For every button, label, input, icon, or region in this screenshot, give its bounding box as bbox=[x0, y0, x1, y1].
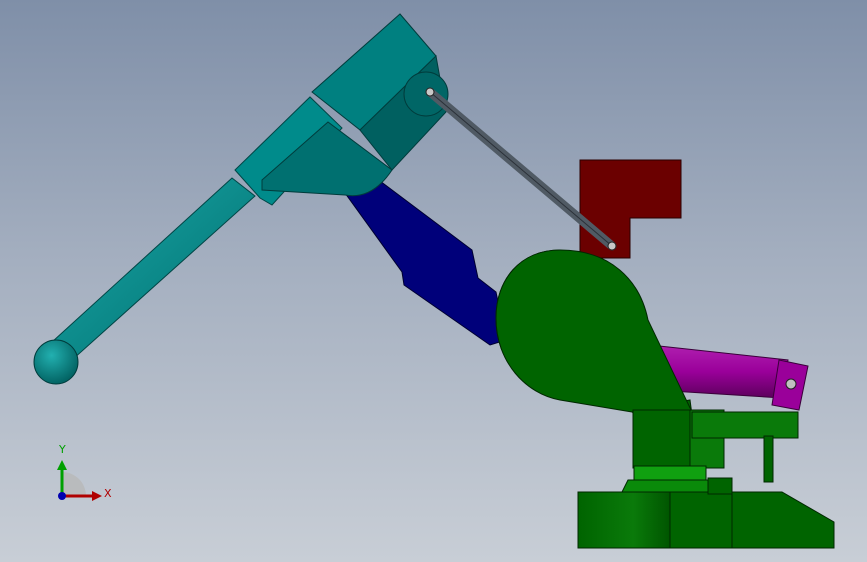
turntable[interactable] bbox=[621, 465, 713, 493]
arm-rod[interactable] bbox=[51, 96, 343, 361]
forearm-housing[interactable] bbox=[261, 13, 449, 197]
axis-triad: Y X bbox=[40, 438, 120, 518]
cad-viewport[interactable]: Y X bbox=[0, 0, 867, 562]
shoulder-body[interactable] bbox=[495, 249, 693, 421]
axis-triad-graphic bbox=[57, 460, 102, 501]
y-axis-label: Y bbox=[59, 443, 66, 456]
x-axis-label: X bbox=[104, 487, 112, 500]
end-effector-ball[interactable] bbox=[33, 339, 79, 385]
robot-arm-model[interactable] bbox=[0, 0, 867, 562]
counterweight[interactable] bbox=[579, 159, 682, 259]
upper-link[interactable] bbox=[339, 171, 507, 346]
